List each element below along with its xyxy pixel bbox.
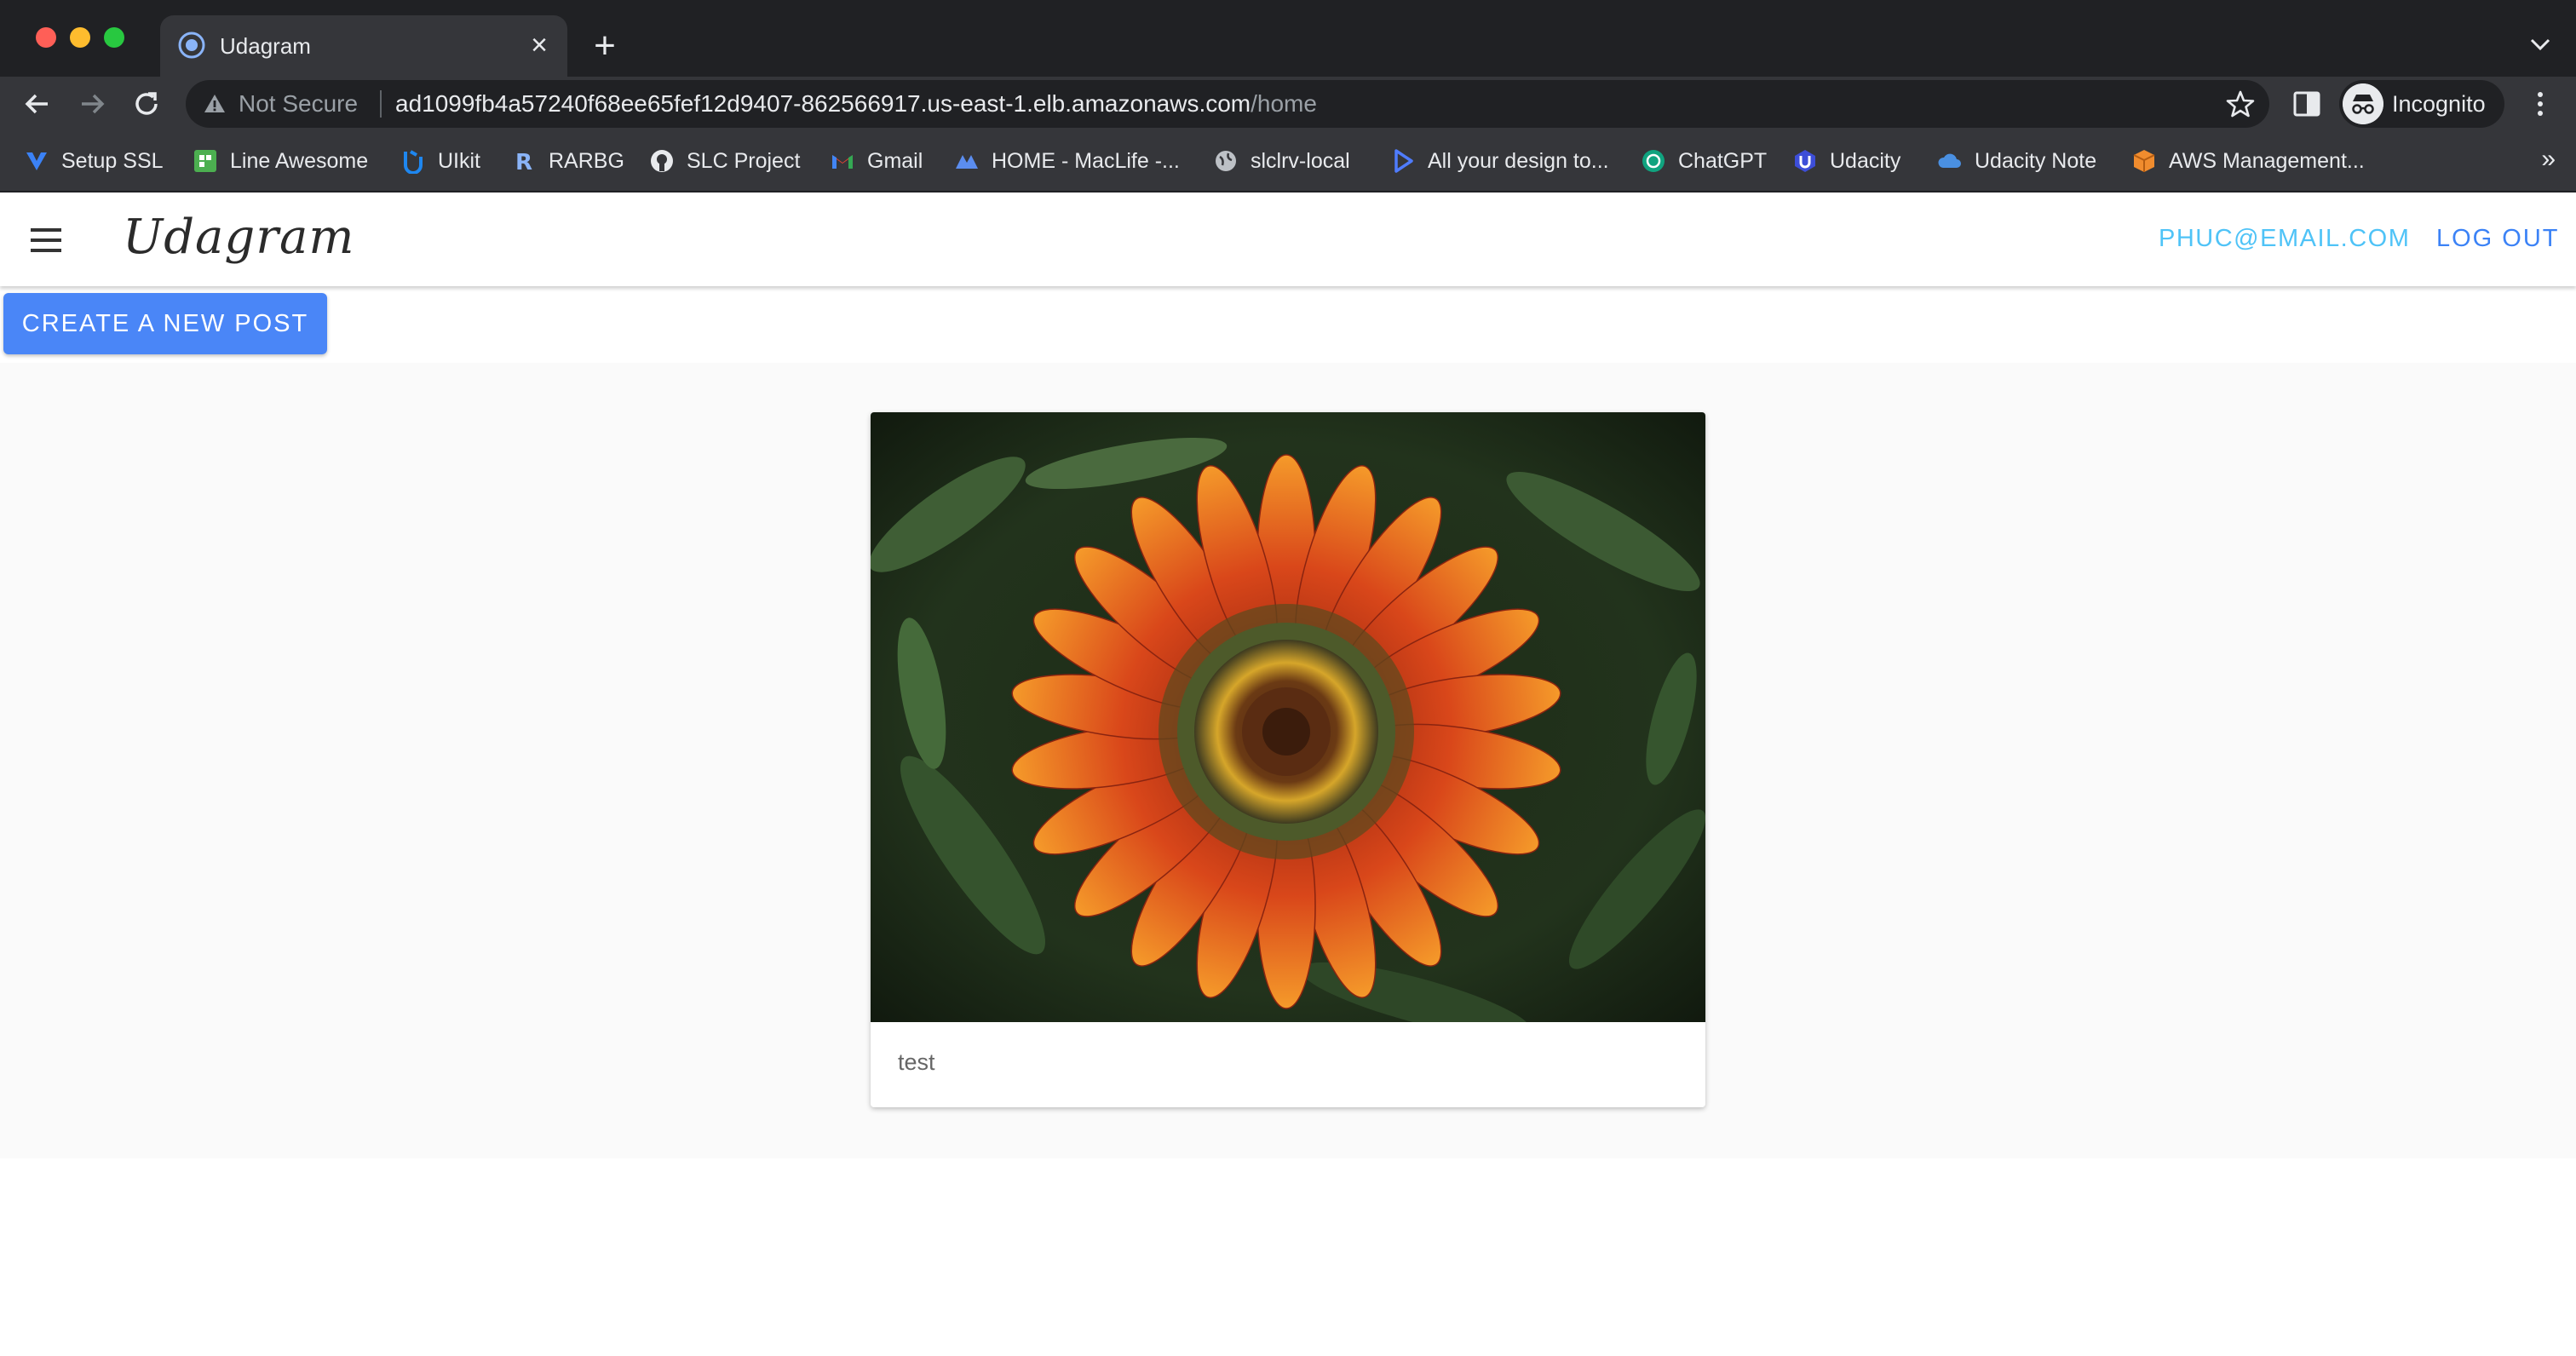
forward-arrow-icon[interactable]	[73, 85, 111, 123]
bookmark-slc-project[interactable]: SLC Project	[649, 147, 800, 175]
aws-icon	[2133, 150, 2155, 172]
back-arrow-icon[interactable]	[19, 85, 56, 123]
hamburger-menu-icon[interactable]	[27, 221, 68, 259]
post-caption: test	[898, 1049, 935, 1075]
bookmark-aws-management[interactable]: AWS Management...	[2131, 147, 2365, 175]
user-email-link[interactable]: PHUC@EMAIL.COM	[2159, 225, 2410, 253]
bookmark-uikit[interactable]: UIkit	[400, 147, 480, 175]
bookmark-design-tool[interactable]: All your design to...	[1390, 147, 1609, 175]
bookmark-label: Line Awesome	[230, 148, 369, 173]
reload-icon[interactable]	[128, 85, 165, 123]
bookmark-star-icon[interactable]	[2225, 89, 2256, 119]
url-text[interactable]: ad1099fb4a57240f68ee65fef12d9407-8625669…	[395, 89, 1317, 118]
post-card: test	[871, 412, 1705, 1107]
bookmark-line-awesome[interactable]: Line Awesome	[193, 147, 368, 175]
logout-button[interactable]: LOG OUT	[2436, 225, 2560, 253]
bookmark-label: AWS Management...	[2169, 148, 2365, 173]
bookmark-label: Udacity	[1830, 148, 1901, 173]
bookmark-rarbg[interactable]: R RARBG	[511, 147, 624, 175]
tab-search-chevron-icon[interactable]	[2525, 29, 2556, 60]
window-zoom-button[interactable]	[104, 27, 124, 48]
browser-tab[interactable]: Udagram ×	[160, 15, 567, 77]
app-header: Udagram PHUC@EMAIL.COM LOG OUT	[0, 192, 2576, 286]
url-host: ad1099fb4a57240f68ee65fef12d9407-8625669…	[395, 90, 1251, 117]
address-separator	[380, 90, 382, 118]
incognito-profile-button[interactable]: Incognito	[2339, 80, 2504, 128]
browser-tab-strip: Udagram × +	[0, 0, 2576, 77]
url-path: /home	[1251, 90, 1317, 117]
bookmark-setup-ssl[interactable]: Setup SSL	[24, 147, 164, 175]
create-post-button[interactable]: CREATE A NEW POST	[3, 293, 327, 354]
tab-close-icon[interactable]: ×	[523, 29, 555, 61]
bookmark-udacity-note[interactable]: Udacity Note	[1937, 147, 2096, 175]
line-awesome-icon	[194, 150, 216, 172]
bookmark-chatgpt[interactable]: ChatGPT	[1641, 147, 1767, 175]
rarbg-icon: R	[515, 150, 532, 174]
post-image	[871, 412, 1705, 1022]
bookmark-label: RARBG	[549, 148, 624, 173]
github-icon	[651, 150, 673, 172]
bookmark-label: SLC Project	[687, 148, 801, 173]
chatgpt-icon	[1642, 150, 1665, 172]
incognito-icon	[2343, 83, 2383, 124]
window-close-button[interactable]	[36, 27, 56, 48]
browser-menu-icon[interactable]	[2523, 87, 2557, 121]
bookmark-label: Gmail	[867, 148, 923, 173]
bookmark-label: ChatGPT	[1678, 148, 1768, 173]
new-tab-icon[interactable]: +	[583, 24, 627, 68]
bookmark-label: slclrv-local	[1251, 148, 1350, 173]
maclife-icon	[956, 155, 978, 169]
bookmark-label: HOME - MacLife -...	[992, 148, 1180, 173]
more-bookmarks-icon[interactable]: »	[2541, 145, 2556, 174]
web-page: Udagram PHUC@EMAIL.COM LOG OUT CREATE A …	[0, 192, 2576, 1356]
browser-toolbar: Not Secure ad1099fb4a57240f68ee65fef12d9…	[0, 77, 2576, 131]
bookmark-slclrv-local[interactable]: slclrv-local	[1213, 147, 1350, 175]
play-icon	[1394, 149, 1413, 173]
gmail-icon	[832, 155, 853, 169]
warning-triangle-icon[interactable]	[203, 92, 227, 116]
bookmark-maclife[interactable]: HOME - MacLife -...	[954, 147, 1180, 175]
vercel-icon	[26, 152, 47, 170]
udacity-icon	[1795, 150, 1815, 172]
bookmark-label: All your design to...	[1428, 148, 1609, 173]
bookmark-label: Udacity Note	[1975, 148, 2097, 173]
tab-title: Udagram	[220, 33, 311, 59]
security-status-label[interactable]: Not Secure	[239, 89, 358, 118]
post-feed: test	[0, 363, 2576, 1158]
app-logo[interactable]: Udagram	[123, 210, 355, 265]
address-bar[interactable]: Not Secure ad1099fb4a57240f68ee65fef12d9…	[186, 80, 2269, 128]
globe-icon	[1216, 151, 1236, 171]
bookmark-label: UIkit	[438, 148, 480, 173]
bookmark-udacity[interactable]: Udacity	[1792, 147, 1900, 175]
bookmark-label: Setup SSL	[61, 148, 164, 173]
bookmarks-bar: Setup SSL Line Awesome UIkit R RARBG SLC…	[0, 131, 2576, 192]
incognito-label: Incognito	[2392, 91, 2486, 117]
bookmark-gmail[interactable]: Gmail	[830, 147, 923, 175]
tab-favicon-icon	[178, 32, 205, 59]
svg-text:R: R	[515, 150, 532, 174]
window-minimize-button[interactable]	[70, 27, 90, 48]
side-panel-icon[interactable]	[2290, 87, 2324, 121]
cloud-icon	[1938, 153, 1961, 168]
uikit-icon	[404, 150, 423, 174]
